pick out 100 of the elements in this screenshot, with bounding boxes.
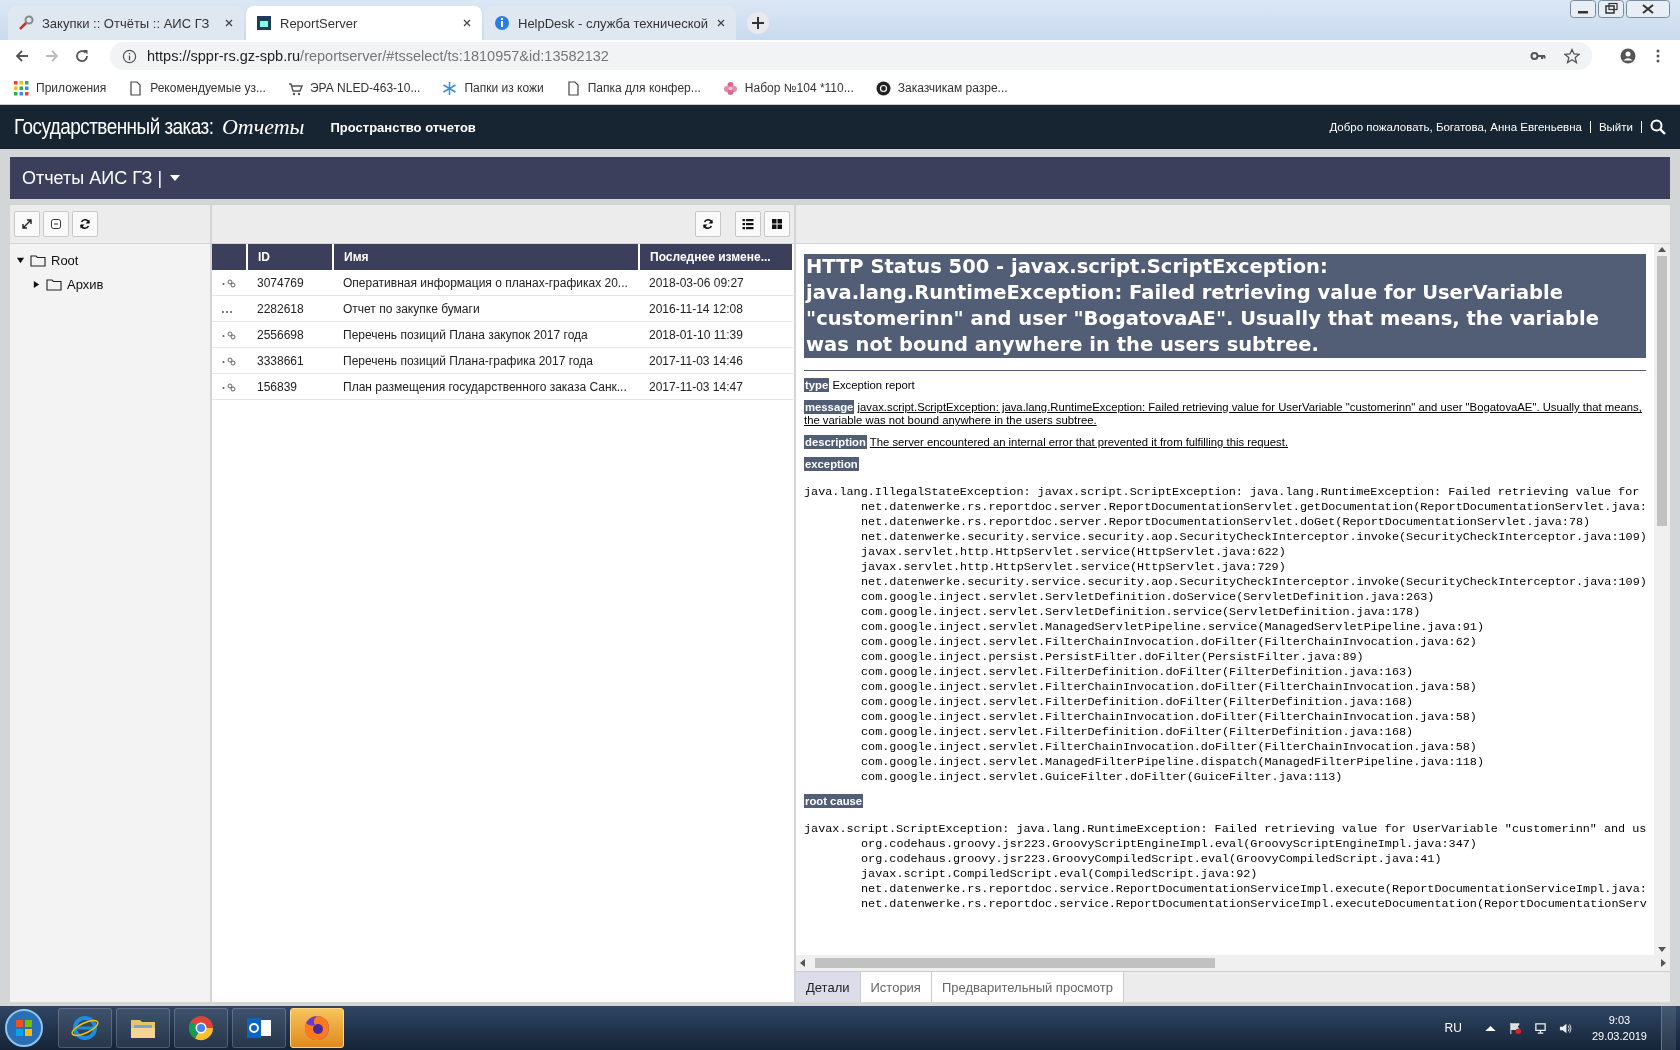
vertical-scrollbar[interactable] xyxy=(1654,244,1670,955)
stack-trace-line: com.google.inject.servlet.FilterChainInvocation.doFilter(FilterChainInvocation.java:58) xyxy=(860,740,1478,755)
scroll-down-icon[interactable] xyxy=(1658,947,1666,952)
minimize-icon[interactable] xyxy=(1570,0,1596,18)
brand-script: Отчеты xyxy=(221,114,305,140)
field-text: type Exception report xyxy=(804,379,916,392)
scroll-right-icon[interactable] xyxy=(1661,959,1666,967)
browser-tab[interactable]: HelpDesk - служба технической xyxy=(484,6,736,40)
profile-icon[interactable] xyxy=(1620,48,1636,64)
table-cell: План размещения государственного заказа Санк... xyxy=(333,373,639,400)
bookmark[interactable]: ЭРА NLED-463-10... xyxy=(287,80,421,96)
refresh-button[interactable] xyxy=(695,211,721,237)
stack-trace-line: javax.script.CompiledScript.eval(CompiledScript.java:92) xyxy=(860,867,1259,882)
star-icon[interactable] xyxy=(1564,48,1580,64)
globe-e-icon xyxy=(70,1013,100,1043)
back-icon[interactable] xyxy=(14,48,30,64)
caret-icon[interactable] xyxy=(170,175,181,181)
close-icon[interactable] xyxy=(462,18,472,28)
column-header[interactable]: ID xyxy=(247,244,333,270)
folder-icon xyxy=(30,253,46,267)
tree-item[interactable]: Root xyxy=(51,252,79,268)
stack-trace-line: org.codehaus.groovy.jsr223.GroovyCompiledScript.eval(GroovyCompiledScript.java:41) xyxy=(860,852,1443,867)
search-icon[interactable] xyxy=(1650,119,1666,135)
collapse-arrow-icon[interactable] xyxy=(16,255,25,265)
scroll-left-icon[interactable] xyxy=(800,959,805,967)
tree-item[interactable]: Архив xyxy=(67,276,104,292)
expand-icon xyxy=(21,218,33,230)
title-bar-title[interactable]: Отчеты АИС ГЗ | xyxy=(22,167,163,189)
panel-tab[interactable]: Детали xyxy=(796,972,861,1002)
flag-icon[interactable] xyxy=(1508,1021,1522,1035)
logout-link[interactable]: Выйти xyxy=(1598,121,1642,133)
clock-date[interactable]: 29.03.2019 xyxy=(1591,1028,1647,1044)
table-cell: 3074769 xyxy=(247,270,333,296)
expand-button[interactable] xyxy=(14,211,40,237)
help-icon xyxy=(494,15,510,31)
list-view-button[interactable] xyxy=(735,211,761,237)
collapse-button[interactable] xyxy=(43,211,69,237)
stack-trace-line: com.google.inject.servlet.GuiceFilter.doFilter(GuiceFilter.java:113) xyxy=(860,770,1344,785)
column-header[interactable]: Последнее измене... xyxy=(639,244,793,270)
scroll-up-icon[interactable] xyxy=(1658,247,1666,252)
table-cell: 2017-11-03 14:47 xyxy=(639,373,793,400)
stack-trace-line: com.google.inject.persist.PersistFilter.doFilter(PersistFilter.java:89) xyxy=(860,650,1365,665)
grid-view-icon xyxy=(771,218,783,230)
expand-arrow-icon[interactable] xyxy=(32,279,41,289)
stack-trace-line: com.google.inject.servlet.FilterDefinition.doFilter(FilterDefinition.java:168) xyxy=(860,695,1415,710)
snowflake-icon xyxy=(442,80,458,96)
stack-trace-line: java.lang.IllegalStateException: javax.script.ScriptException: java.lang.RuntimeException: Failed retrieving value for xyxy=(804,485,1641,500)
bookmark[interactable]: Набор №104 *110... xyxy=(722,80,854,96)
table-row[interactable]: 2556698 Перечень позиций Плана закупок 2017 года 2018-01-10 11:39 xyxy=(212,321,793,348)
scroll-thumb[interactable] xyxy=(1657,256,1667,526)
table-cell: 3338661 xyxy=(247,347,333,374)
bookmark[interactable]: Заказчикам разре... xyxy=(875,80,1008,96)
brand-logo: Государственный заказ: xyxy=(14,114,214,140)
reload-icon[interactable] xyxy=(74,48,90,64)
bookmark[interactable]: Папка для конфер... xyxy=(565,80,701,96)
table-row[interactable]: 156839 План размещения государственного заказа Санк... 2017-11-03 14:47 xyxy=(212,373,793,400)
restore-icon[interactable] xyxy=(1598,0,1624,18)
horizontal-scrollbar[interactable] xyxy=(796,955,1670,971)
column-header[interactable]: Имя xyxy=(333,244,639,270)
table-cell: 156839 xyxy=(247,373,333,400)
grid-view-button[interactable] xyxy=(764,211,790,237)
language-indicator[interactable]: RU xyxy=(1444,1021,1462,1035)
table-row[interactable]: 2282618 Отчет по закупке бумаги 2016-11-14 12:08 xyxy=(212,295,793,322)
refresh-button[interactable] xyxy=(72,211,98,237)
bookmark[interactable]: Рекомендуемые уз... xyxy=(128,80,266,96)
stack-trace-line: com.google.inject.servlet.FilterChainInvocation.doFilter(FilterChainInvocation.java:62) xyxy=(860,635,1478,650)
bookmark[interactable]: Приложения xyxy=(14,80,107,96)
bookmark[interactable]: Папки из кожи xyxy=(442,80,544,96)
stack-trace-line: com.google.inject.servlet.FilterChainInvocation.doFilter(FilterChainInvocation.java:58) xyxy=(860,680,1478,695)
link-icon xyxy=(222,355,236,366)
address-field[interactable]: https://sppr-rs.gz-spb.ru/reportserver/#tsselect/ts:1810957&id:13582132 xyxy=(110,42,1592,70)
clock-time[interactable]: 9:03 xyxy=(1608,1012,1631,1028)
stack-trace-line: com.google.inject.servlet.FilterDefinition.doFilter(FilterDefinition.java:163) xyxy=(860,665,1415,680)
close-icon[interactable] xyxy=(716,18,726,28)
link-icon xyxy=(222,381,236,392)
browser-tab[interactable]: Закупки :: Отчёты :: АИС ГЗ xyxy=(8,6,244,40)
table-row[interactable]: 3338661 Перечень позиций Плана-графика 2017 года 2017-11-03 14:46 xyxy=(212,347,793,374)
table-row[interactable]: 3074769 Оперативная информация о планах-графиках 20... 2018-03-06 09:27 xyxy=(212,270,793,296)
section-label: root cause xyxy=(804,794,864,808)
start-button[interactable] xyxy=(4,1008,44,1048)
stack-trace-line: org.codehaus.groovy.jsr223.GroovyScriptEngineImpl.eval(GroovyScriptEngineImpl.java:347) xyxy=(860,837,1478,852)
close-icon[interactable] xyxy=(224,18,234,28)
stack-trace-line: net.datenwerke.security.service.security.aop.SecurityCheckInterceptor.invoke(SecurityCheckInterceptor.java:109) xyxy=(860,530,1648,545)
show-desktop-button[interactable] xyxy=(1661,1006,1676,1050)
nav-link[interactable]: Пространство отчетов xyxy=(330,119,476,135)
speaker-icon[interactable] xyxy=(1558,1021,1572,1035)
taskbar-app[interactable] xyxy=(290,1008,344,1048)
link-icon xyxy=(222,329,236,340)
close-window-icon[interactable] xyxy=(1626,0,1670,18)
network-icon[interactable] xyxy=(1533,1021,1547,1035)
new-tab-icon[interactable] xyxy=(746,11,770,35)
panel-tab[interactable]: История xyxy=(860,972,932,1002)
scroll-thumb[interactable] xyxy=(815,958,1215,968)
browser-tab[interactable]: ReportServer xyxy=(246,6,482,40)
welcome-text: Добро пожаловать, Богатова, Анна Евгеньевна xyxy=(1329,121,1591,133)
stack-trace-line: com.google.inject.servlet.ServletDefinition.service(ServletDefinition.java:178) xyxy=(860,605,1422,620)
flower-icon xyxy=(722,80,738,96)
table-cell: 2556698 xyxy=(247,321,333,348)
table-cell: Оперативная информация о планах-графиках 20... xyxy=(333,270,639,296)
panel-tab[interactable]: Предварительный просмотр xyxy=(931,972,1124,1002)
